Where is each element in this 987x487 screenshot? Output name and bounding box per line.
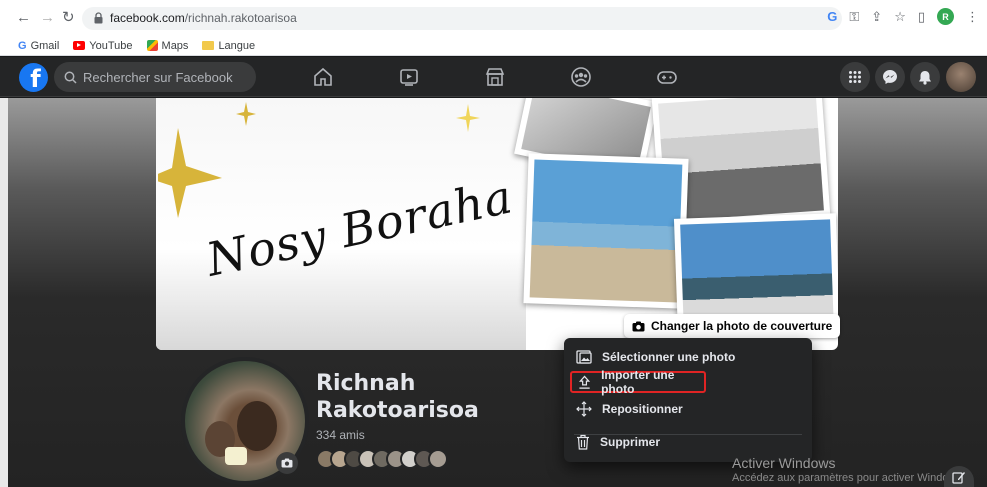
facebook-header: f <box>0 57 987 97</box>
search-icon <box>64 71 77 84</box>
profile-light-spot <box>225 447 247 465</box>
windows-activation-subtitle: Accédez aux paramètres pour activer Wind… <box>732 472 965 484</box>
google-lens-icon[interactable]: G <box>827 9 837 24</box>
cover-photo-beach <box>523 153 689 309</box>
search-input[interactable] <box>83 69 243 85</box>
facebook-search[interactable] <box>54 62 256 92</box>
photo-select-icon <box>576 350 592 364</box>
gold-star-decoration <box>158 128 222 218</box>
reload-icon[interactable]: ↻ <box>62 9 75 27</box>
gaming-icon[interactable] <box>656 66 678 88</box>
bell-icon <box>919 70 931 85</box>
account-avatar[interactable] <box>946 62 976 92</box>
cover-options-menu: Sélectionner une photo Importer une phot… <box>564 338 812 462</box>
menu-item-delete[interactable]: Supprimer <box>570 431 660 453</box>
share-icon[interactable]: ⇪ <box>871 9 882 25</box>
browser-toolbar: ← → ↻ facebook.com/richnah.rakotoarisoa … <box>0 0 987 36</box>
small-star-decoration <box>236 102 256 126</box>
move-arrows-icon <box>576 401 592 417</box>
address-bar[interactable]: facebook.com/richnah.rakotoarisoa <box>82 7 842 30</box>
marketplace-icon[interactable] <box>484 66 506 88</box>
menu-item-upload-photo[interactable]: Importer une photo <box>570 368 706 396</box>
change-profile-picture-button[interactable] <box>276 452 298 474</box>
camera-icon <box>632 321 645 331</box>
friend-avatar[interactable] <box>428 449 448 469</box>
browser-profile-avatar[interactable]: R <box>937 8 954 25</box>
camera-icon <box>281 458 293 468</box>
facebook-logo[interactable]: f <box>19 63 48 92</box>
grid-icon <box>849 71 861 83</box>
left-edge <box>0 98 8 487</box>
compose-icon <box>952 471 965 484</box>
change-cover-button[interactable]: Changer la photo de couverture <box>624 314 841 338</box>
google-g-icon: G <box>18 39 27 52</box>
bookmark-gmail[interactable]: G Gmail <box>18 40 59 52</box>
profile-name: Richnah Rakotoarisoa <box>316 371 479 423</box>
bookmark-star-icon[interactable]: ☆ <box>894 9 906 25</box>
forward-icon[interactable]: → <box>40 9 55 27</box>
maps-icon <box>146 40 158 51</box>
messenger-button[interactable] <box>875 62 905 92</box>
bookmark-youtube[interactable]: YouTube <box>73 40 133 52</box>
menu-item-reposition[interactable]: Repositionner <box>570 398 683 420</box>
kebab-menu-icon[interactable]: ⋮ <box>966 9 979 25</box>
back-icon[interactable]: ← <box>16 9 31 27</box>
small-star-decoration <box>456 104 480 132</box>
key-icon[interactable]: ⚿ <box>849 9 859 25</box>
side-panel-icon[interactable]: ▯ <box>918 9 925 25</box>
bookmark-langue[interactable]: Langue <box>202 40 255 52</box>
bookmarks-bar: G Gmail YouTube Maps Langue <box>0 36 987 56</box>
folder-icon <box>202 41 215 50</box>
lock-icon <box>94 12 103 24</box>
youtube-icon <box>73 41 86 50</box>
home-icon[interactable] <box>312 66 334 88</box>
notifications-button[interactable] <box>910 62 940 92</box>
messenger-icon <box>883 70 897 84</box>
upload-icon <box>578 375 591 389</box>
bookmark-maps[interactable]: Maps <box>146 40 188 52</box>
watch-icon[interactable] <box>398 66 420 88</box>
groups-icon[interactable] <box>570 66 592 88</box>
menu-grid-button[interactable] <box>840 62 870 92</box>
friends-count[interactable]: 334 amis <box>316 428 365 442</box>
windows-activation-title: Activer Windows <box>732 455 836 471</box>
friend-avatars <box>316 449 448 469</box>
url-text: facebook.com/richnah.rakotoarisoa <box>110 11 297 25</box>
menu-item-select-photo[interactable]: Sélectionner une photo <box>570 346 735 368</box>
trash-icon <box>577 434 589 450</box>
cover-photo[interactable]: Nosy Boraha <box>156 98 838 350</box>
profile-face <box>237 401 277 451</box>
